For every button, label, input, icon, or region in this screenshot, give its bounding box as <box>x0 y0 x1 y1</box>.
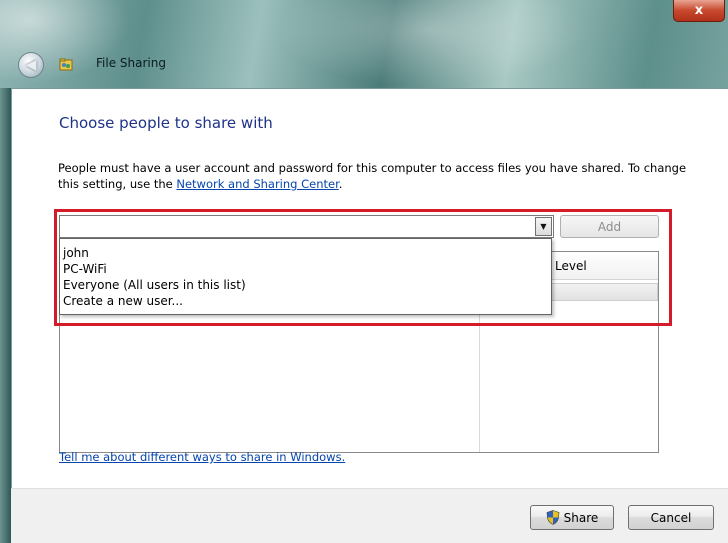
page-title: Choose people to share with <box>59 114 273 132</box>
sharing-help-link[interactable]: Tell me about different ways to share in… <box>59 450 345 464</box>
back-button[interactable]: ◀ <box>18 52 44 78</box>
title-bar: ◀ File Sharing x <box>0 0 728 88</box>
window-left-border <box>0 88 11 543</box>
uac-shield-icon <box>546 510 559 525</box>
description-prefix: People must have a user account and pass… <box>58 161 687 191</box>
close-button[interactable]: x <box>673 0 725 22</box>
close-icon: x <box>694 3 704 18</box>
window-title: File Sharing <box>96 56 166 70</box>
list-item[interactable]: john <box>60 245 551 261</box>
share-button-label: Share <box>563 510 599 525</box>
cancel-button[interactable]: Cancel <box>628 505 714 530</box>
description-text: People must have a user account and pass… <box>58 160 698 192</box>
back-arrow-icon: ◀ <box>25 57 37 73</box>
list-item[interactable]: Create a new user... <box>60 293 551 309</box>
list-item[interactable]: PC-WiFi <box>60 261 551 277</box>
list-item[interactable]: Everyone (All users in this list) <box>60 277 551 293</box>
description-suffix: . <box>338 177 343 191</box>
dialog-footer: Share Cancel <box>11 488 728 543</box>
share-button[interactable]: Share <box>530 505 614 530</box>
file-sharing-icon <box>57 55 75 73</box>
network-sharing-center-link[interactable]: Network and Sharing Center <box>176 177 338 191</box>
user-dropdown-list[interactable]: john PC-WiFi Everyone (All users in this… <box>59 238 552 315</box>
content-pane: Choose people to share with People must … <box>11 88 728 488</box>
